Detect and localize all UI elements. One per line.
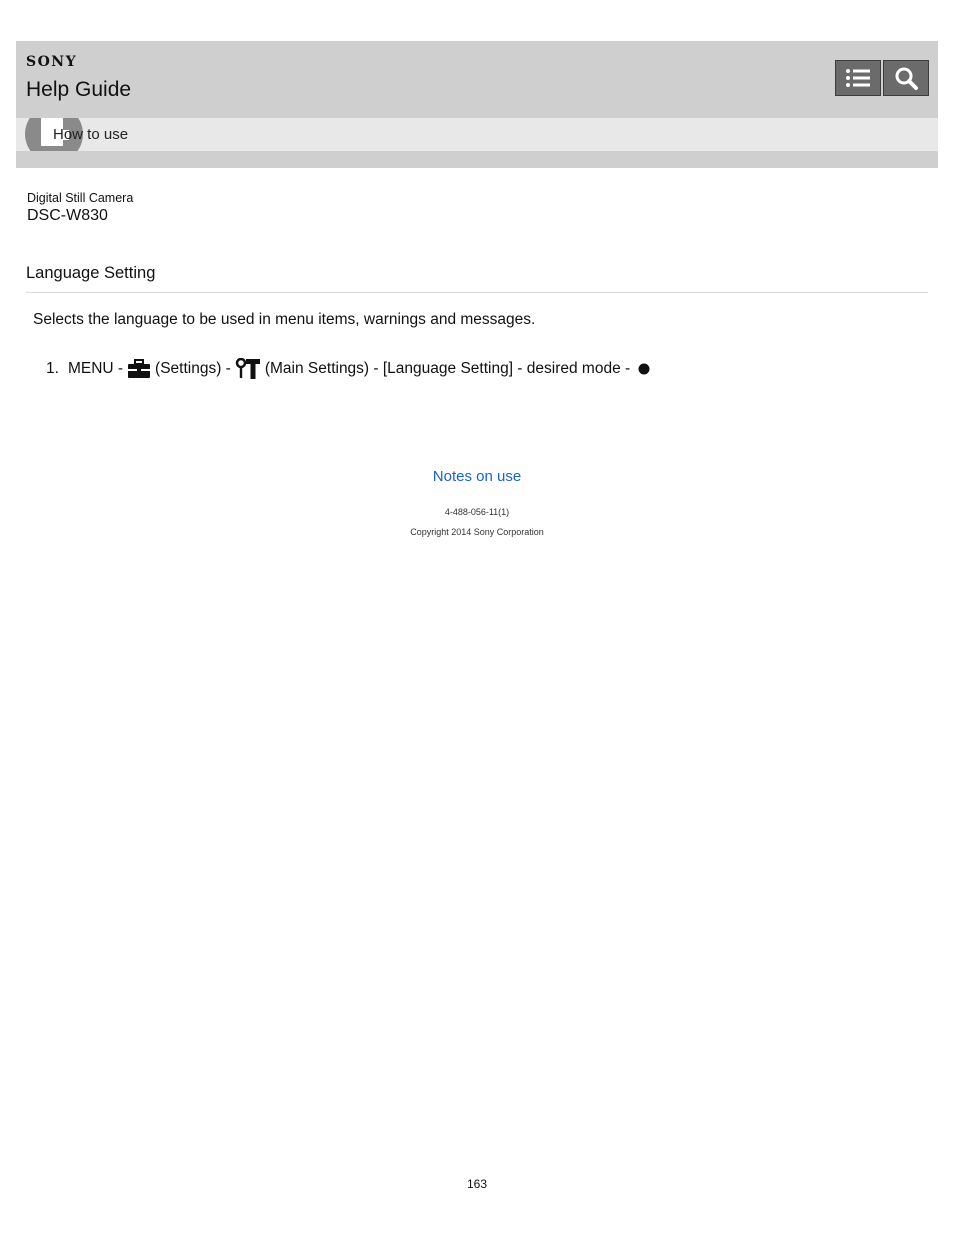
main-settings-tools-icon xyxy=(235,358,260,379)
search-icon xyxy=(895,67,918,90)
step-text-menu: MENU - xyxy=(67,360,124,377)
notes-on-use-link[interactable]: Notes on use xyxy=(0,468,954,485)
sony-logo[interactable]: SONY xyxy=(26,54,77,70)
step-text-settings: (Settings) - xyxy=(155,360,231,377)
divider xyxy=(26,292,928,293)
product-category: Digital Still Camera xyxy=(27,191,134,205)
product-model: DSC-W830 xyxy=(27,207,108,224)
site-header: SONY Help Guide How to use xyxy=(16,41,938,168)
breadcrumb-how-to-use[interactable]: How to use xyxy=(53,126,128,143)
article-title: Language Setting xyxy=(26,264,156,282)
header-buttons xyxy=(835,60,929,96)
step-number: 1. xyxy=(46,360,59,377)
toc-button[interactable] xyxy=(835,60,881,96)
center-button-icon xyxy=(638,363,650,375)
settings-toolbox-icon xyxy=(128,359,151,378)
breadcrumb-bar: How to use xyxy=(16,118,938,151)
document-code: 4-488-056-11(1) xyxy=(444,507,510,517)
step-item: 1. MENU - (Settings) - (Main Settings) -… xyxy=(46,358,658,380)
search-button[interactable] xyxy=(883,60,929,96)
page-number: 163 xyxy=(466,1177,488,1191)
copyright: Copyright 2014 Sony Corporation xyxy=(410,527,544,537)
step-text-main-settings: (Main Settings) - [Language Setting] - d… xyxy=(264,360,631,377)
list-icon xyxy=(846,69,870,87)
page-title-help-guide[interactable]: Help Guide xyxy=(26,78,131,102)
article-description: Selects the language to be used in menu … xyxy=(33,311,536,328)
